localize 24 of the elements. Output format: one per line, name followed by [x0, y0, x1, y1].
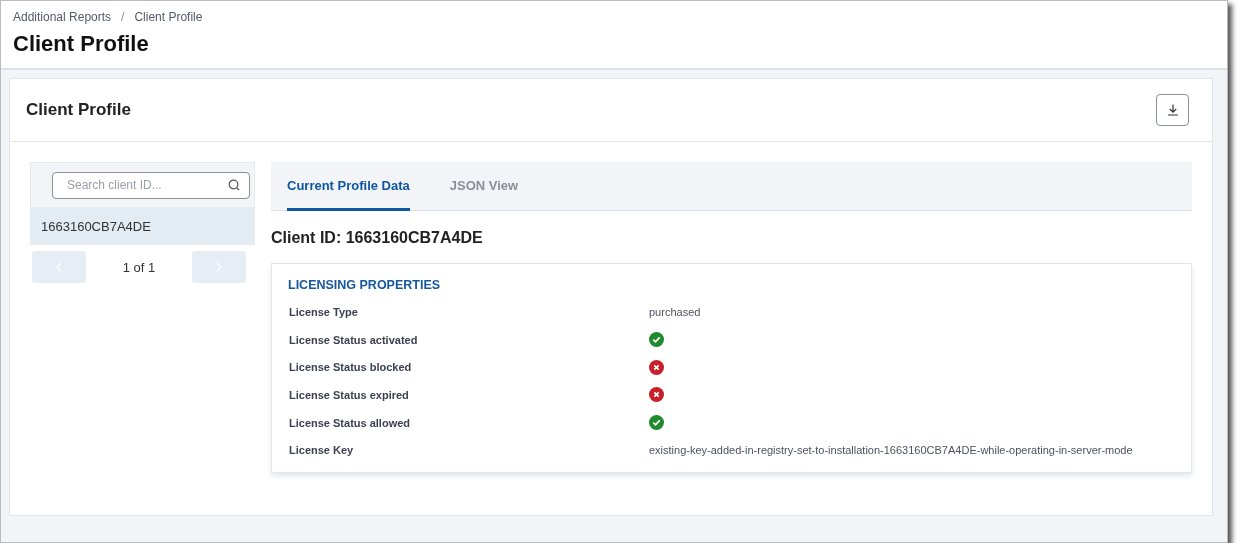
chevron-right-icon	[216, 262, 222, 272]
page-indicator: 1 of 1	[122, 259, 156, 275]
search-icon	[228, 179, 240, 191]
property-label: License Status activated	[288, 333, 419, 346]
property-label: License Status expired	[288, 388, 410, 401]
property-label: License Key	[288, 444, 355, 457]
search-field[interactable]: Search client ID...	[52, 171, 250, 199]
property-label: License Status allowed	[288, 416, 412, 429]
breadcrumb-separator: /	[121, 10, 125, 24]
tab[interactable]: Current Profile Data	[287, 162, 410, 211]
breadcrumb-link[interactable]: Client Profile	[134, 10, 203, 24]
card-title: Client Profile	[26, 100, 131, 120]
client-id-heading: Client ID: 1663160CB7A4DE	[271, 229, 484, 247]
page-title: Client Profile	[13, 31, 150, 57]
section-title: LICENSING PROPERTIES	[288, 278, 442, 292]
download-button[interactable]	[1156, 94, 1189, 126]
breadcrumb-link[interactable]: Additional Reports	[13, 10, 112, 24]
property-value: existing-key-added-in-registry-set-to-installation-1663160CB7A4DE-while-operating-in-server-mode	[649, 444, 1134, 457]
property-value: purchased	[649, 305, 702, 318]
chevron-left-icon	[56, 262, 62, 272]
download-icon	[1166, 104, 1179, 116]
property-label: License Type	[288, 305, 359, 318]
property-label: License Status blocked	[288, 361, 413, 374]
client-list-item[interactable]: 1663160CB7A4DE	[30, 207, 255, 245]
